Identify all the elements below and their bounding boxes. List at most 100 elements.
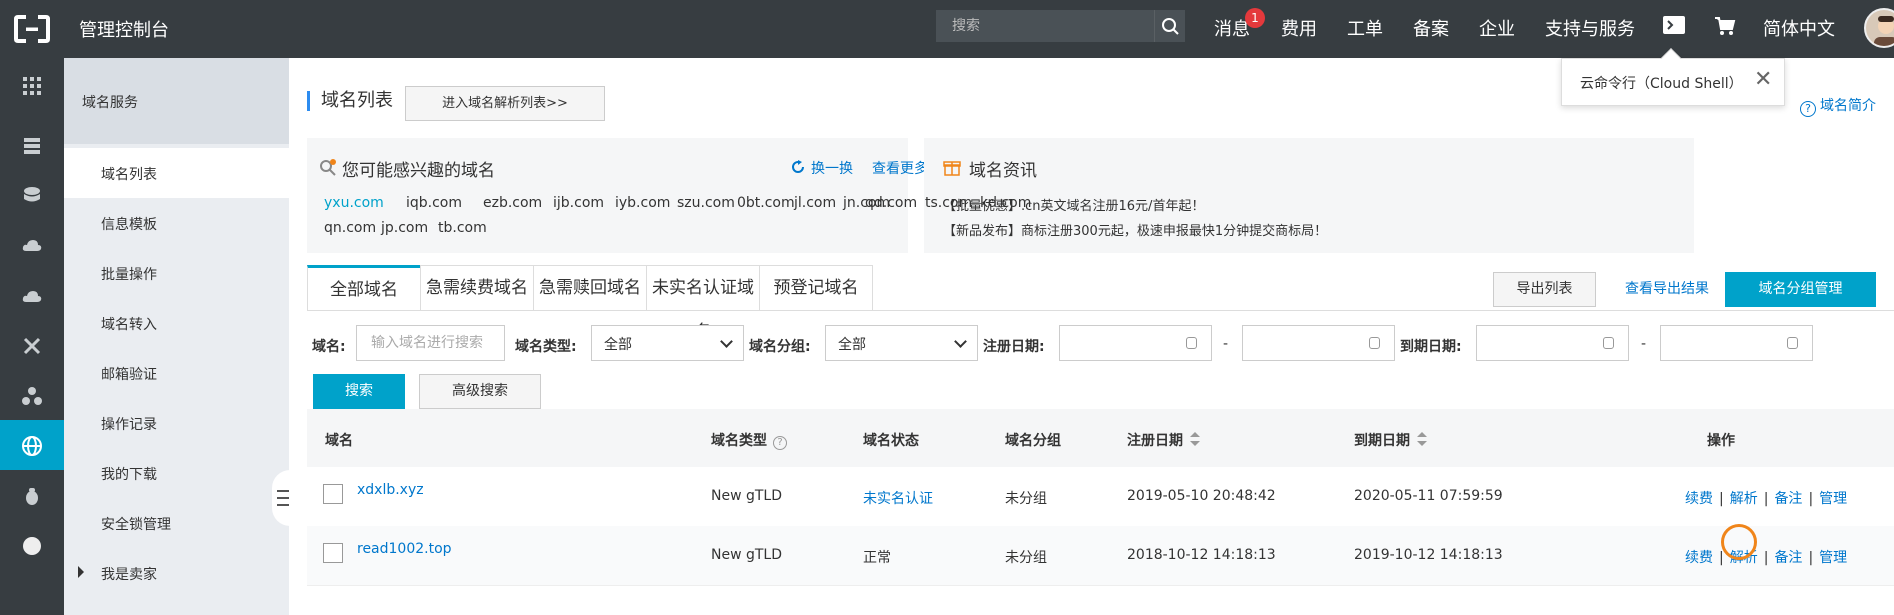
sidebar-item-label: 域名转入 — [101, 317, 157, 333]
tab-urgent-redeem[interactable]: 急需赎回域名 — [533, 265, 647, 311]
nav-icp[interactable]: 备案 — [1413, 15, 1449, 41]
domain-suggestion[interactable]: qd.com — [865, 195, 917, 211]
domain-suggestion[interactable]: tb.com — [438, 220, 487, 236]
rail-ecs[interactable] — [0, 120, 64, 170]
reg-date-end[interactable] — [1242, 325, 1395, 361]
reg-date-start[interactable] — [1059, 325, 1212, 361]
sort-icon[interactable] — [1189, 431, 1201, 447]
remark-link[interactable]: 备注 — [1774, 550, 1802, 566]
type-select[interactable]: 全部 — [591, 325, 744, 361]
view-export-link[interactable]: 查看导出结果 — [1625, 278, 1709, 298]
tab-pre-registered[interactable]: 预登记域名 — [759, 265, 873, 311]
rail-oss[interactable] — [0, 170, 64, 220]
manage-link[interactable]: 管理 — [1819, 491, 1847, 507]
sidebar-item-operation-log[interactable]: 操作记录 — [64, 398, 289, 448]
group-select[interactable]: 全部 — [825, 325, 978, 361]
tab-all-domains[interactable]: 全部域名 — [307, 265, 421, 311]
rail-more[interactable] — [0, 520, 64, 570]
help-icon[interactable]: ? — [773, 436, 787, 450]
top-bar: 管理控制台 消息 1 费用 工单 备案 企业 支持与服务 简体中文 — [0, 0, 1894, 58]
remark-link[interactable]: 备注 — [1774, 491, 1802, 507]
nav-tickets[interactable]: 工单 — [1347, 15, 1383, 41]
rail-products[interactable] — [0, 60, 64, 110]
domain-intro-link[interactable]: ? 域名简介 — [1800, 95, 1876, 117]
search-submit-button[interactable]: 搜索 — [313, 374, 405, 409]
sidebar-item-transfer-in[interactable]: 域名转入 — [64, 298, 289, 348]
renew-link[interactable]: 续费 — [1685, 491, 1713, 507]
col-reg-date[interactable]: 注册日期 — [1127, 430, 1201, 450]
news-item[interactable]: 【新品发布】商标注册300元起，极速申报最快1分钟提交商标局！ — [943, 220, 1327, 239]
rail-domains[interactable] — [0, 420, 64, 470]
tab-unverified[interactable]: 未实名认证域名 — [646, 265, 760, 342]
renew-link[interactable]: 续费 — [1685, 550, 1713, 566]
domain-suggestion[interactable]: jl.com — [794, 195, 836, 211]
aliyun-logo-icon[interactable] — [14, 13, 50, 45]
menu-line — [277, 497, 289, 499]
domain-suggestion[interactable]: iqb.com — [406, 195, 462, 211]
close-icon[interactable]: ✕ — [1754, 67, 1772, 92]
sidebar-item-info-template[interactable]: 信息模板 — [64, 198, 289, 248]
tab-urgent-renew[interactable]: 急需续费域名 — [420, 265, 534, 311]
domain-suggestion[interactable]: 0bt.com — [737, 195, 795, 211]
exp-date-start[interactable] — [1476, 325, 1629, 361]
search-button[interactable] — [1154, 10, 1185, 42]
domain-link[interactable]: xdxlb.xyz — [357, 482, 424, 498]
col-exp-date[interactable]: 到期日期 — [1354, 430, 1428, 450]
refresh-link[interactable]: 换一换 — [811, 158, 853, 178]
advanced-search-button[interactable]: 高级搜索 — [419, 374, 541, 409]
export-list-button[interactable]: 导出列表 — [1493, 272, 1596, 307]
domain-suggestion[interactable]: ijb.com — [553, 195, 604, 211]
domain-suggestion[interactable]: jp.com — [381, 220, 428, 236]
tooltip-text: 云命令行（Cloud Shell） — [1580, 76, 1743, 92]
row-checkbox[interactable] — [323, 484, 343, 504]
col-group: 域名分组 — [1005, 433, 1061, 449]
terminal-icon[interactable] — [1663, 16, 1685, 34]
avatar[interactable] — [1864, 8, 1894, 48]
sidebar-item-label: 邮箱验证 — [101, 367, 157, 383]
domain-suggestion[interactable]: kd.com — [980, 195, 1031, 211]
nav-billing[interactable]: 费用 — [1281, 15, 1317, 41]
domain-search-input[interactable] — [357, 326, 504, 360]
sidebar-item-security-lock[interactable]: 安全锁管理 — [64, 498, 289, 548]
sort-icon[interactable] — [1416, 431, 1428, 447]
rail-cdn[interactable] — [0, 220, 64, 270]
language-switch[interactable]: 简体中文 — [1763, 15, 1835, 41]
dns-resolve-link[interactable]: 解析 — [1730, 491, 1758, 507]
domain-suggestion[interactable]: ts.com — [925, 195, 972, 211]
sidebar-item-seller[interactable]: 我是卖家 — [64, 548, 289, 598]
page-title: 域名列表 — [307, 91, 393, 111]
cart-icon[interactable] — [1713, 14, 1737, 38]
sidebar-item-email-verify[interactable]: 邮箱验证 — [64, 348, 289, 398]
nav-enterprise[interactable]: 企业 — [1479, 15, 1515, 41]
domain-link[interactable]: read1002.top — [357, 541, 452, 557]
enter-dns-list-button[interactable]: 进入域名解析列表>> — [405, 86, 605, 121]
chevron-down-icon — [720, 335, 733, 348]
domain-suggestion[interactable]: yxu.com — [324, 195, 384, 211]
row-checkbox[interactable] — [323, 543, 343, 563]
nav-support[interactable]: 支持与服务 — [1545, 15, 1635, 41]
manage-link[interactable]: 管理 — [1819, 550, 1847, 566]
group-manage-button[interactable]: 域名分组管理 — [1725, 272, 1876, 307]
domain-suggestion[interactable]: ezb.com — [483, 195, 542, 211]
domain-suggestion[interactable]: szu.com — [677, 195, 735, 211]
domain-status-link[interactable]: 未实名认证 — [863, 488, 933, 508]
domain-suggestion[interactable]: iyb.com — [615, 195, 670, 211]
sidebar-item-domain-list[interactable]: 域名列表 — [64, 148, 289, 198]
search-input[interactable] — [936, 10, 1154, 42]
domain-suggestion[interactable]: qn.com — [324, 220, 376, 236]
rail-slb[interactable] — [0, 270, 64, 320]
rail-apps[interactable] — [0, 370, 64, 420]
app-title[interactable]: 管理控制台 — [79, 16, 169, 42]
domain-search-field[interactable] — [356, 325, 505, 361]
sidebar-item-label: 我的下载 — [101, 467, 157, 483]
rail-network[interactable] — [0, 320, 64, 370]
icon-rail — [0, 58, 64, 615]
rail-security[interactable] — [0, 470, 64, 520]
sidebar-collapse-handle[interactable] — [272, 470, 290, 526]
sidebar-item-batch[interactable]: 批量操作 — [64, 248, 289, 298]
reg-date: 2018-10-12 14:18:13 — [1127, 547, 1276, 563]
view-more-link[interactable]: 查看更多 — [872, 158, 928, 178]
chevron-down-icon — [954, 335, 967, 348]
sidebar-item-downloads[interactable]: 我的下载 — [64, 448, 289, 498]
exp-date-end[interactable] — [1660, 325, 1813, 361]
